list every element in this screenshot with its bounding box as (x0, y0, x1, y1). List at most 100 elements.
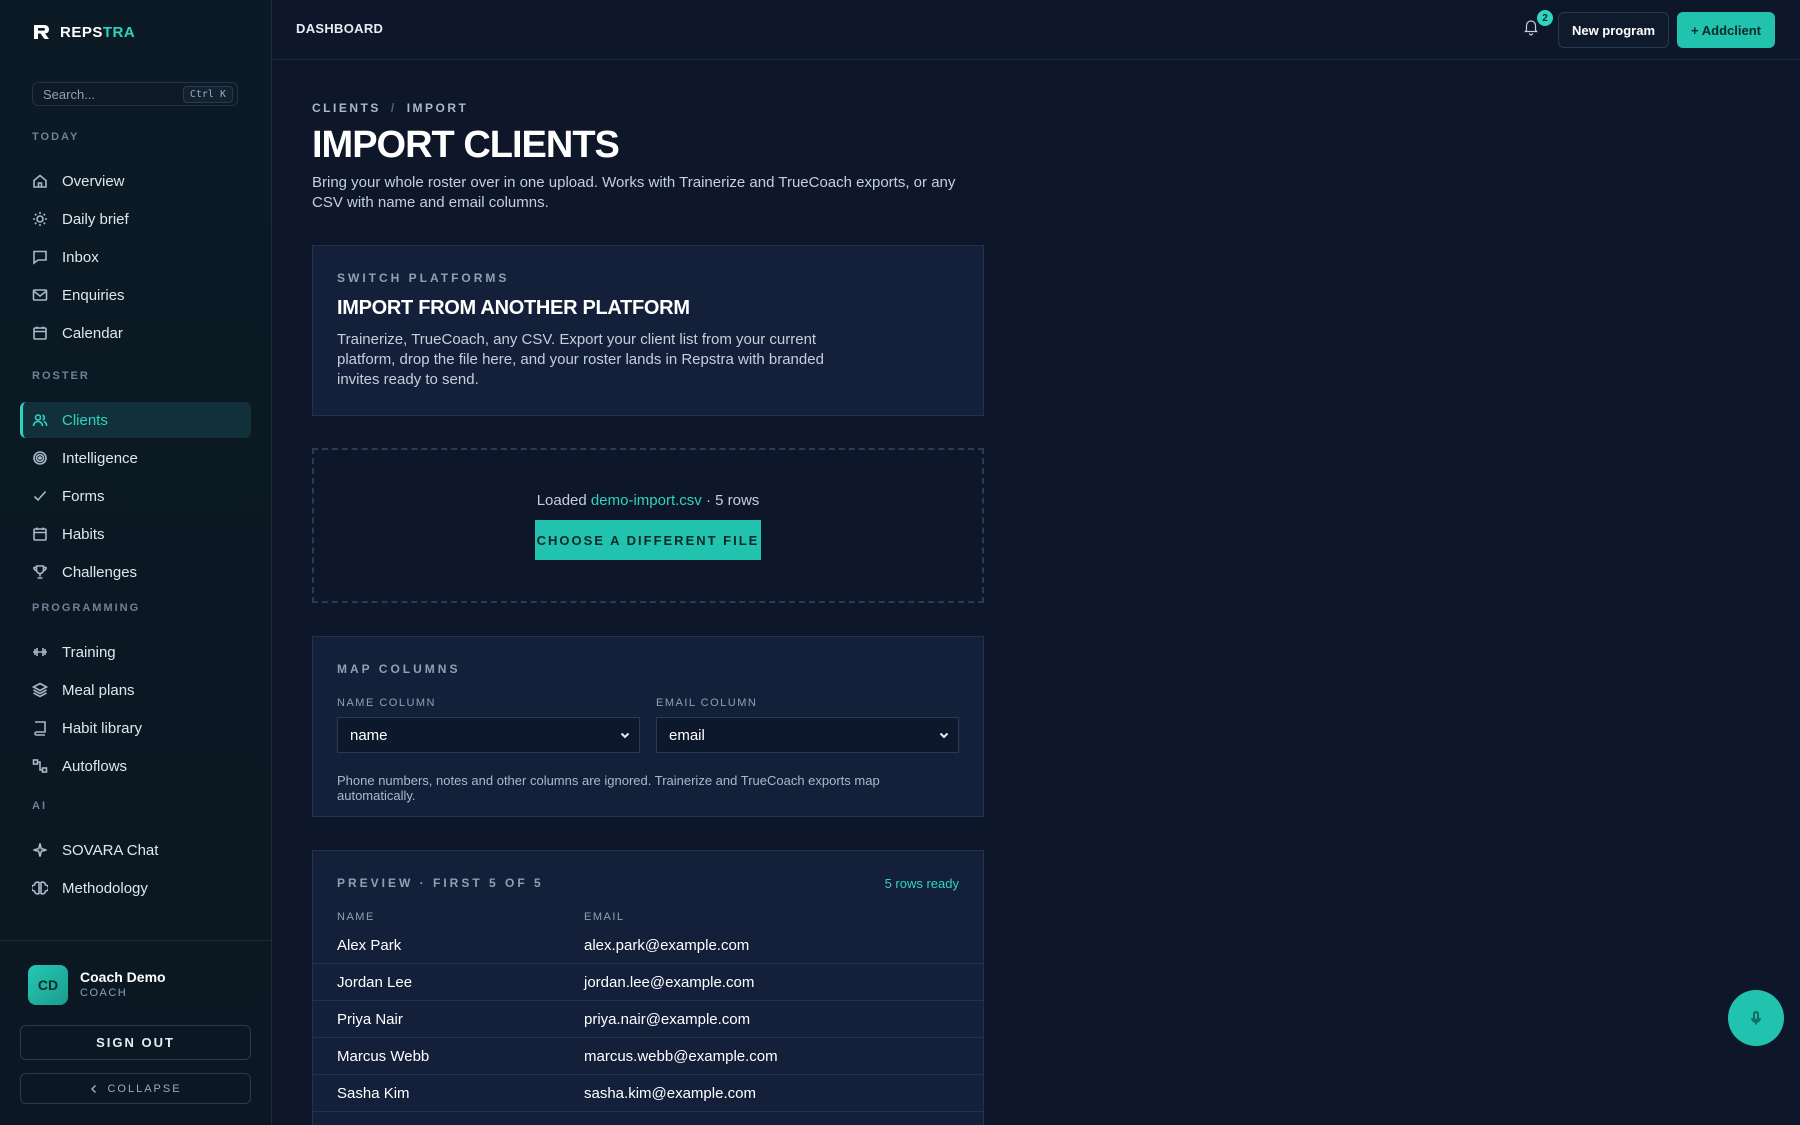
repstra-logo-icon (34, 25, 49, 39)
chevron-down-icon (620, 732, 630, 739)
chevron-left-icon (91, 1084, 97, 1093)
card-title: IMPORT FROM ANOTHER PLATFORM (337, 297, 690, 319)
client-name-cell: Marcus Webb (337, 1047, 430, 1065)
brain-icon (32, 881, 48, 895)
sign-out-button[interactable]: SIGN OUT (20, 1025, 251, 1060)
sparkle-icon (33, 843, 47, 857)
breadcrumb: CLIENTS / IMPORT (312, 101, 468, 115)
microphone-icon (1751, 1011, 1761, 1025)
search-shortcut-badge: Ctrl K (182, 85, 233, 103)
client-email-cell: sasha.kim@example.com (584, 1084, 756, 1102)
sidebar-item-label: Calendar (62, 324, 123, 342)
preview-eyebrow: PREVIEW · FIRST 5 OF 5 (337, 876, 544, 890)
sidebar-item-label: Daily brief (62, 210, 129, 228)
target-icon (33, 451, 47, 465)
sidebar-item-methodology[interactable]: Methodology (20, 870, 251, 906)
client-name-cell: Priya Nair (337, 1010, 403, 1028)
avatar[interactable]: CD (28, 965, 68, 1005)
sidebar-section-programming: PROGRAMMING (32, 602, 141, 614)
name-column-select[interactable]: name (337, 717, 640, 753)
new-program-button[interactable]: New program (1558, 12, 1669, 48)
sidebar-item-label: Clients (62, 411, 108, 429)
user-role: COACH (80, 987, 128, 999)
sidebar-item-label: Training (62, 643, 116, 661)
column-header-name: NAME (337, 911, 375, 923)
breadcrumb-import: IMPORT (406, 101, 469, 115)
collapse-label: COLLAPSE (107, 1082, 182, 1095)
sidebar-item-habits[interactable]: Habits (20, 516, 251, 552)
sidebar-item-clients[interactable]: Clients (20, 402, 251, 438)
book-icon (34, 721, 46, 736)
sidebar-item-meal-plans[interactable]: Meal plans (20, 672, 251, 708)
breadcrumb-clients[interactable]: CLIENTS (312, 101, 381, 115)
message-icon (33, 250, 47, 265)
card-body: Trainerize, TrueCoach, any CSV. Export y… (337, 331, 824, 388)
notification-count-badge: 2 (1537, 10, 1553, 26)
sidebar-item-forms[interactable]: Forms (20, 478, 251, 514)
mail-icon (32, 289, 48, 301)
email-column-label: EMAIL COLUMN (656, 697, 758, 709)
sidebar-item-calendar[interactable]: Calendar (20, 315, 251, 351)
map-columns-card: MAP COLUMNS NAME COLUMN name EMAIL COLUM… (312, 636, 984, 817)
sidebar-item-daily-brief[interactable]: Daily brief (20, 201, 251, 237)
calendar-icon (33, 527, 47, 541)
client-email-cell: alex.park@example.com (584, 936, 750, 954)
sidebar-item-label: Challenges (62, 563, 138, 581)
sidebar-item-label: Habit library (62, 719, 143, 737)
chevron-down-icon (939, 732, 949, 739)
switch-platforms-card: SWITCH PLATFORMS IMPORT FROM ANOTHER PLA… (312, 245, 984, 416)
trophy-icon (33, 565, 47, 579)
add-client-button[interactable]: + Addclient (1677, 12, 1775, 48)
client-email-cell: priya.nair@example.com (584, 1010, 751, 1028)
sidebar-item-label: Overview (62, 172, 125, 190)
loaded-file-name: demo-import.csv (590, 492, 702, 509)
breadcrumb-separator: / (390, 101, 397, 115)
sidebar-item-intelligence[interactable]: Intelligence (20, 440, 251, 476)
sidebar-item-autoflows[interactable]: Autoflows (20, 748, 251, 784)
sidebar-item-label: Enquiries (62, 286, 125, 304)
sidebar-item-enquiries[interactable]: Enquiries (20, 277, 251, 313)
loaded-file-status: Loaded demo-import.csv · 5 rows (537, 492, 760, 509)
loaded-label: Loaded (536, 492, 587, 509)
layers-icon (32, 682, 48, 698)
sidebar-item-sovara-chat[interactable]: SOVARA Chat (20, 832, 251, 868)
brand-name: REPSTRA (60, 23, 136, 41)
table-row: Alex Park alex.park@example.com (313, 927, 983, 964)
preview-card: PREVIEW · FIRST 5 OF 5 5 rows ready NAME… (312, 850, 984, 1125)
sidebar-item-challenges[interactable]: Challenges (20, 554, 251, 590)
calendar-icon (33, 326, 47, 340)
choose-file-button[interactable]: CHOOSE A DIFFERENT FILE (535, 520, 761, 560)
dumbbell-icon (33, 648, 47, 656)
email-column-select[interactable]: email (656, 717, 959, 753)
search-input[interactable]: Search... Ctrl K (32, 82, 238, 106)
table-row: Priya Nair priya.nair@example.com (313, 1001, 983, 1038)
sidebar-section-ai: AI (32, 800, 47, 812)
user-name: Coach Demo (80, 969, 166, 985)
sidebar-item-overview[interactable]: Overview (20, 163, 251, 199)
email-column-field: EMAIL COLUMN email (656, 697, 959, 753)
name-column-value: name (350, 726, 388, 744)
client-email-cell: jordan.lee@example.com (584, 973, 755, 991)
brand-logo[interactable]: REPSTRA (32, 22, 135, 42)
sidebar-item-label: Inbox (62, 248, 99, 266)
sidebar-item-label: Autoflows (62, 757, 128, 775)
table-row: Marcus Webb marcus.webb@example.com (313, 1038, 983, 1075)
sidebar-item-label: Meal plans (62, 681, 135, 699)
sidebar-item-label: Methodology (62, 879, 148, 897)
sidebar-item-label: Habits (62, 525, 105, 543)
sidebar-section-roster: ROSTER (32, 370, 90, 382)
check-icon (33, 490, 47, 502)
sidebar: REPSTRA Search... Ctrl K TODAY Overview Da… (0, 0, 272, 1125)
sidebar-divider (0, 940, 272, 941)
sidebar-item-label: Intelligence (62, 449, 138, 467)
collapse-button[interactable]: COLLAPSE (20, 1073, 251, 1104)
sidebar-item-training[interactable]: Training (20, 634, 251, 670)
sidebar-section-today: TODAY (32, 131, 80, 143)
page-heading: DASHBOARD (296, 21, 384, 36)
card-eyebrow: MAP COLUMNS (337, 662, 461, 676)
sidebar-item-label: Forms (62, 487, 105, 505)
file-dropzone[interactable]: Loaded demo-import.csv · 5 rows CHOOSE A… (312, 448, 984, 603)
sidebar-item-habit-library[interactable]: Habit library (20, 710, 251, 746)
voice-assistant-button[interactable] (1728, 990, 1784, 1046)
sidebar-item-inbox[interactable]: Inbox (20, 239, 251, 275)
